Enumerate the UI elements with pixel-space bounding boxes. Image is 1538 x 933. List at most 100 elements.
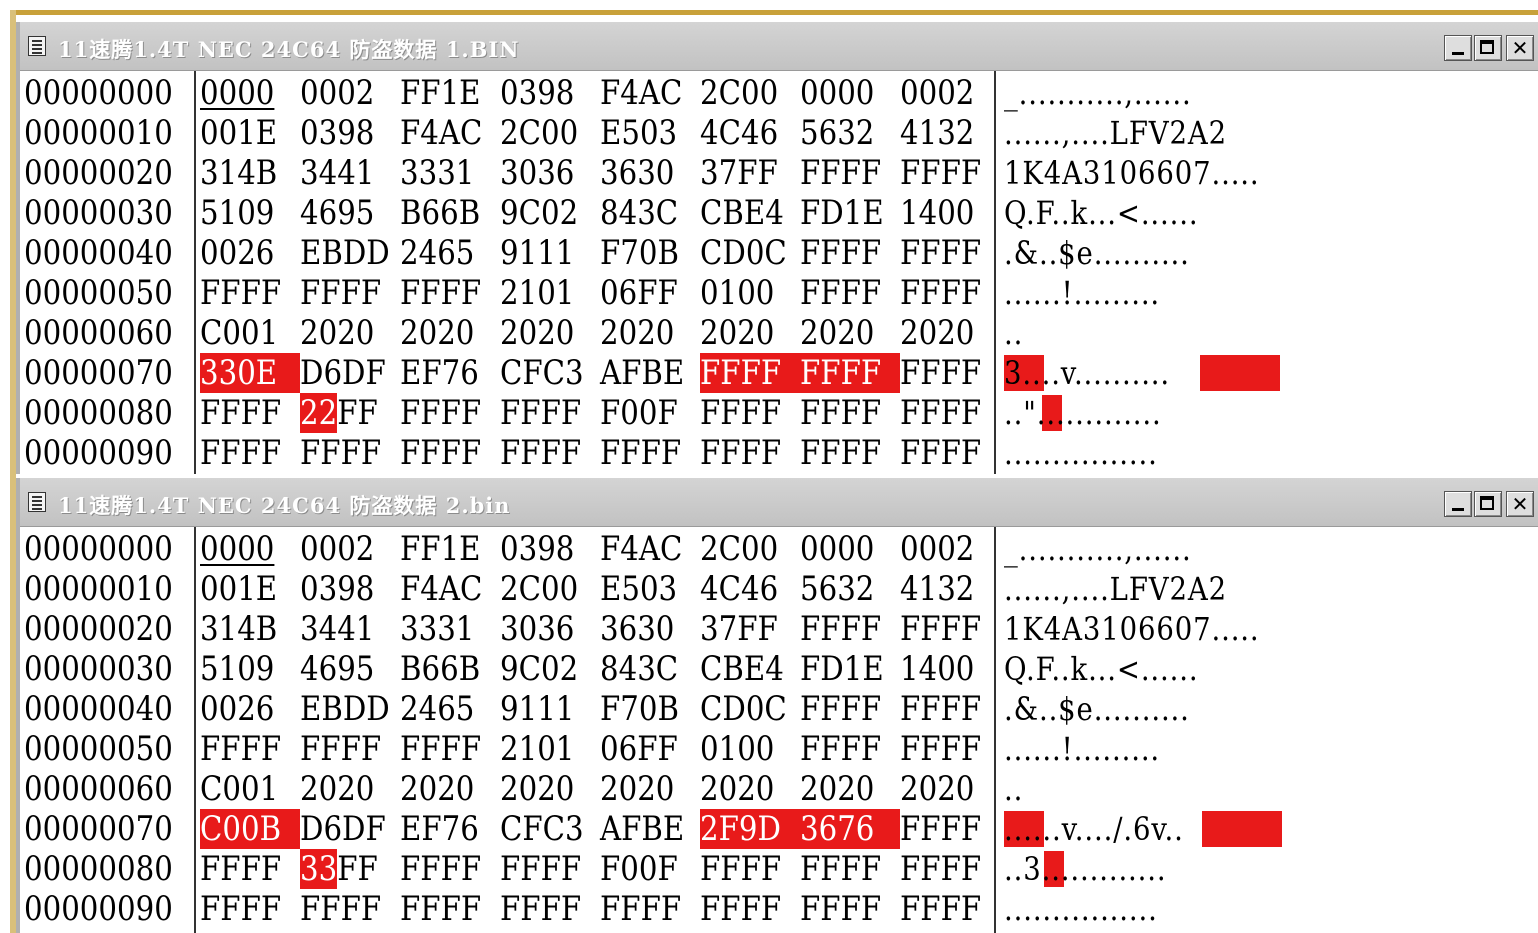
hex-word[interactable]: B66B [400,649,500,689]
ascii-column[interactable]: Q.F..k...<...... [1004,193,1230,233]
hex-word[interactable]: 2020 [600,769,700,809]
hex-word[interactable]: 2020 [300,313,400,353]
ascii-column[interactable]: ......v..../.6v.. [1004,809,1213,849]
hex-row[interactable]: 00000020 314B 3441 3331 3036 3630 37FF FFFF FFFF… [20,609,1520,649]
hex-word[interactable]: FFFF [700,433,800,473]
hex-row[interactable]: 00000060 C001 2020 2020 2020 2020 2020 2020 2020… [20,769,1520,809]
hex-word[interactable]: FFFF [300,729,400,769]
hex-row[interactable]: 00000020 314B 3441 3331 3036 3630 37FF FFFF FFFF… [20,153,1520,193]
hex-word[interactable]: EF76 [400,809,500,849]
hex-word[interactable]: B66B [400,193,500,233]
hex-word[interactable]: FD1E [800,193,900,233]
hex-word[interactable]: FFFF [400,273,500,313]
hex-word[interactable]: 2020 [900,769,1000,809]
hex-word[interactable]: 2101 [500,273,600,313]
hex-word[interactable]: EBDD [300,689,400,729]
hex-row[interactable]: 00000050 FFFF FFFF FFFF 2101 06FF 0100 FFFF FFFF… [20,729,1520,769]
hex-word[interactable]: FFFF [200,273,300,313]
hex-word[interactable]: 843C [600,193,700,233]
hex-word[interactable]: FFFF [600,889,700,929]
hex-row[interactable]: 00000090 FFFF FFFF FFFF FFFF FFFF FFFF FFFF FFFF… [20,889,1520,929]
hex-word[interactable]: 3441 [300,153,400,193]
hex-word[interactable]: 4C46 [700,569,800,609]
hex-word[interactable]: 2C00 [700,529,800,569]
hex-word[interactable]: CBE4 [700,193,800,233]
hex-word[interactable]: 9C02 [500,649,600,689]
hex-word[interactable]: 843C [600,649,700,689]
hex-word[interactable]: FFFF [800,433,900,473]
close-button[interactable]: ✕ [1506,491,1534,517]
window-titlebar[interactable]: 11速腾1.4T NEC 24C64 防盗数据 2.bin ✕ [20,478,1538,527]
ascii-column[interactable]: Q.F..k...<...... [1004,649,1230,689]
hex-word[interactable]: 2020 [800,313,900,353]
hex-word[interactable]: FF1E [400,529,500,569]
hex-word[interactable]: 0398 [500,529,600,569]
hex-row[interactable]: 00000010 001E 0398 F4AC 2C00 E503 4C46 5632 4132… [20,569,1520,609]
hex-word[interactable]: F70B [600,689,700,729]
hex-content[interactable]: 00000000 0000 0002 FF1E 0398 F4AC 2C00 0000 0002… [20,71,1538,474]
hex-word[interactable]: FFFF [800,609,900,649]
hex-word[interactable]: 3630 [600,609,700,649]
hex-row[interactable]: 00000050 FFFF FFFF FFFF 2101 06FF 0100 FFFF FFFF… [20,273,1520,313]
hex-word[interactable]: 37FF [700,609,800,649]
hex-word[interactable]: 06FF [600,729,700,769]
hex-word[interactable]: 0000 [200,529,300,569]
hex-word[interactable]: FFFF [700,889,800,929]
ascii-column[interactable]: ......,....LFV2A2 [1004,569,1263,609]
hex-row[interactable]: 00000010 001E 0398 F4AC 2C00 E503 4C46 5632 4132… [20,113,1520,153]
hex-row[interactable]: 00000080 FFFF 22FF FFFF FFFF F00F FFFF FFFF FFFF… [20,393,1520,433]
hex-word[interactable]: EBDD [300,233,400,273]
hex-row[interactable]: 00000030 5109 4695 B66B 9C02 843C CBE4 FD1E 1400… [20,193,1520,233]
hex-word[interactable]: FFFF [800,729,900,769]
hex-word[interactable]: FFFF [400,433,500,473]
hex-row[interactable]: 00000000 0000 0002 FF1E 0398 F4AC 2C00 0000 0002… [20,529,1520,569]
hex-word[interactable]: FFFF [600,433,700,473]
window-titlebar[interactable]: 11速腾1.4T NEC 24C64 防盗数据 1.BIN ✕ [20,22,1538,71]
hex-word[interactable]: 2465 [400,689,500,729]
hex-word[interactable]: 9111 [500,233,600,273]
hex-word[interactable]: 4132 [900,569,1000,609]
hex-word[interactable]: 1400 [900,193,1000,233]
hex-word[interactable]: 2020 [500,769,600,809]
hex-word[interactable]: 0100 [700,273,800,313]
hex-word[interactable]: 0026 [200,689,300,729]
hex-word[interactable]: CFC3 [500,353,600,393]
hex-word[interactable]: FFFF [900,809,1000,849]
ascii-column[interactable]: 1K4A3106607..... [1004,609,1301,649]
ascii-column[interactable]: .&..$e.......... [1004,689,1220,729]
hex-word[interactable]: 2101 [500,729,600,769]
hex-word[interactable]: FFFF [400,393,500,433]
hex-word[interactable]: F4AC [600,73,700,113]
hex-word[interactable]: 2C00 [700,73,800,113]
hex-word[interactable]: 06FF [600,273,700,313]
hex-word[interactable]: FFFF [200,889,300,929]
hex-word[interactable]: 2465 [400,233,500,273]
hex-row[interactable]: 00000040 0026 EBDD 2465 9111 F70B CD0C FFFF FFFF… [20,689,1520,729]
ascii-column[interactable]: ................ [1004,889,1183,929]
hex-word[interactable]: D6DF [300,353,400,393]
hex-word[interactable]: 330E [200,353,300,393]
hex-word[interactable]: 5632 [800,569,900,609]
hex-word[interactable]: FFFF [700,353,800,393]
hex-word[interactable]: FFFF [900,689,1000,729]
hex-word[interactable]: FFFF [900,729,1000,769]
hex-row[interactable]: 00000070 330E D6DF EF76 CFC3 AFBE FFFF FFFF FFFF… [20,353,1520,393]
hex-word[interactable]: FFFF [800,849,900,889]
hex-word[interactable]: FFFF [500,889,600,929]
hex-word[interactable]: FFFF [300,433,400,473]
hex-editor-window-1[interactable]: 11速腾1.4T NEC 24C64 防盗数据 1.BIN ✕ 00000000… [16,22,1538,474]
hex-word[interactable]: CD0C [700,689,800,729]
hex-word[interactable]: 2020 [400,313,500,353]
hex-word[interactable]: F00F [600,849,700,889]
hex-word[interactable]: FFFF [800,393,900,433]
hex-word[interactable]: 2020 [600,313,700,353]
hex-word[interactable]: F4AC [400,113,500,153]
hex-word[interactable]: F70B [600,233,700,273]
hex-word[interactable]: CFC3 [500,809,600,849]
hex-word[interactable]: 3441 [300,609,400,649]
ascii-column[interactable]: _...........,...... [1004,73,1222,113]
hex-word[interactable]: F4AC [400,569,500,609]
hex-word[interactable]: FFFF [500,393,600,433]
hex-word[interactable]: 001E [200,569,300,609]
hex-word[interactable]: 2020 [400,769,500,809]
